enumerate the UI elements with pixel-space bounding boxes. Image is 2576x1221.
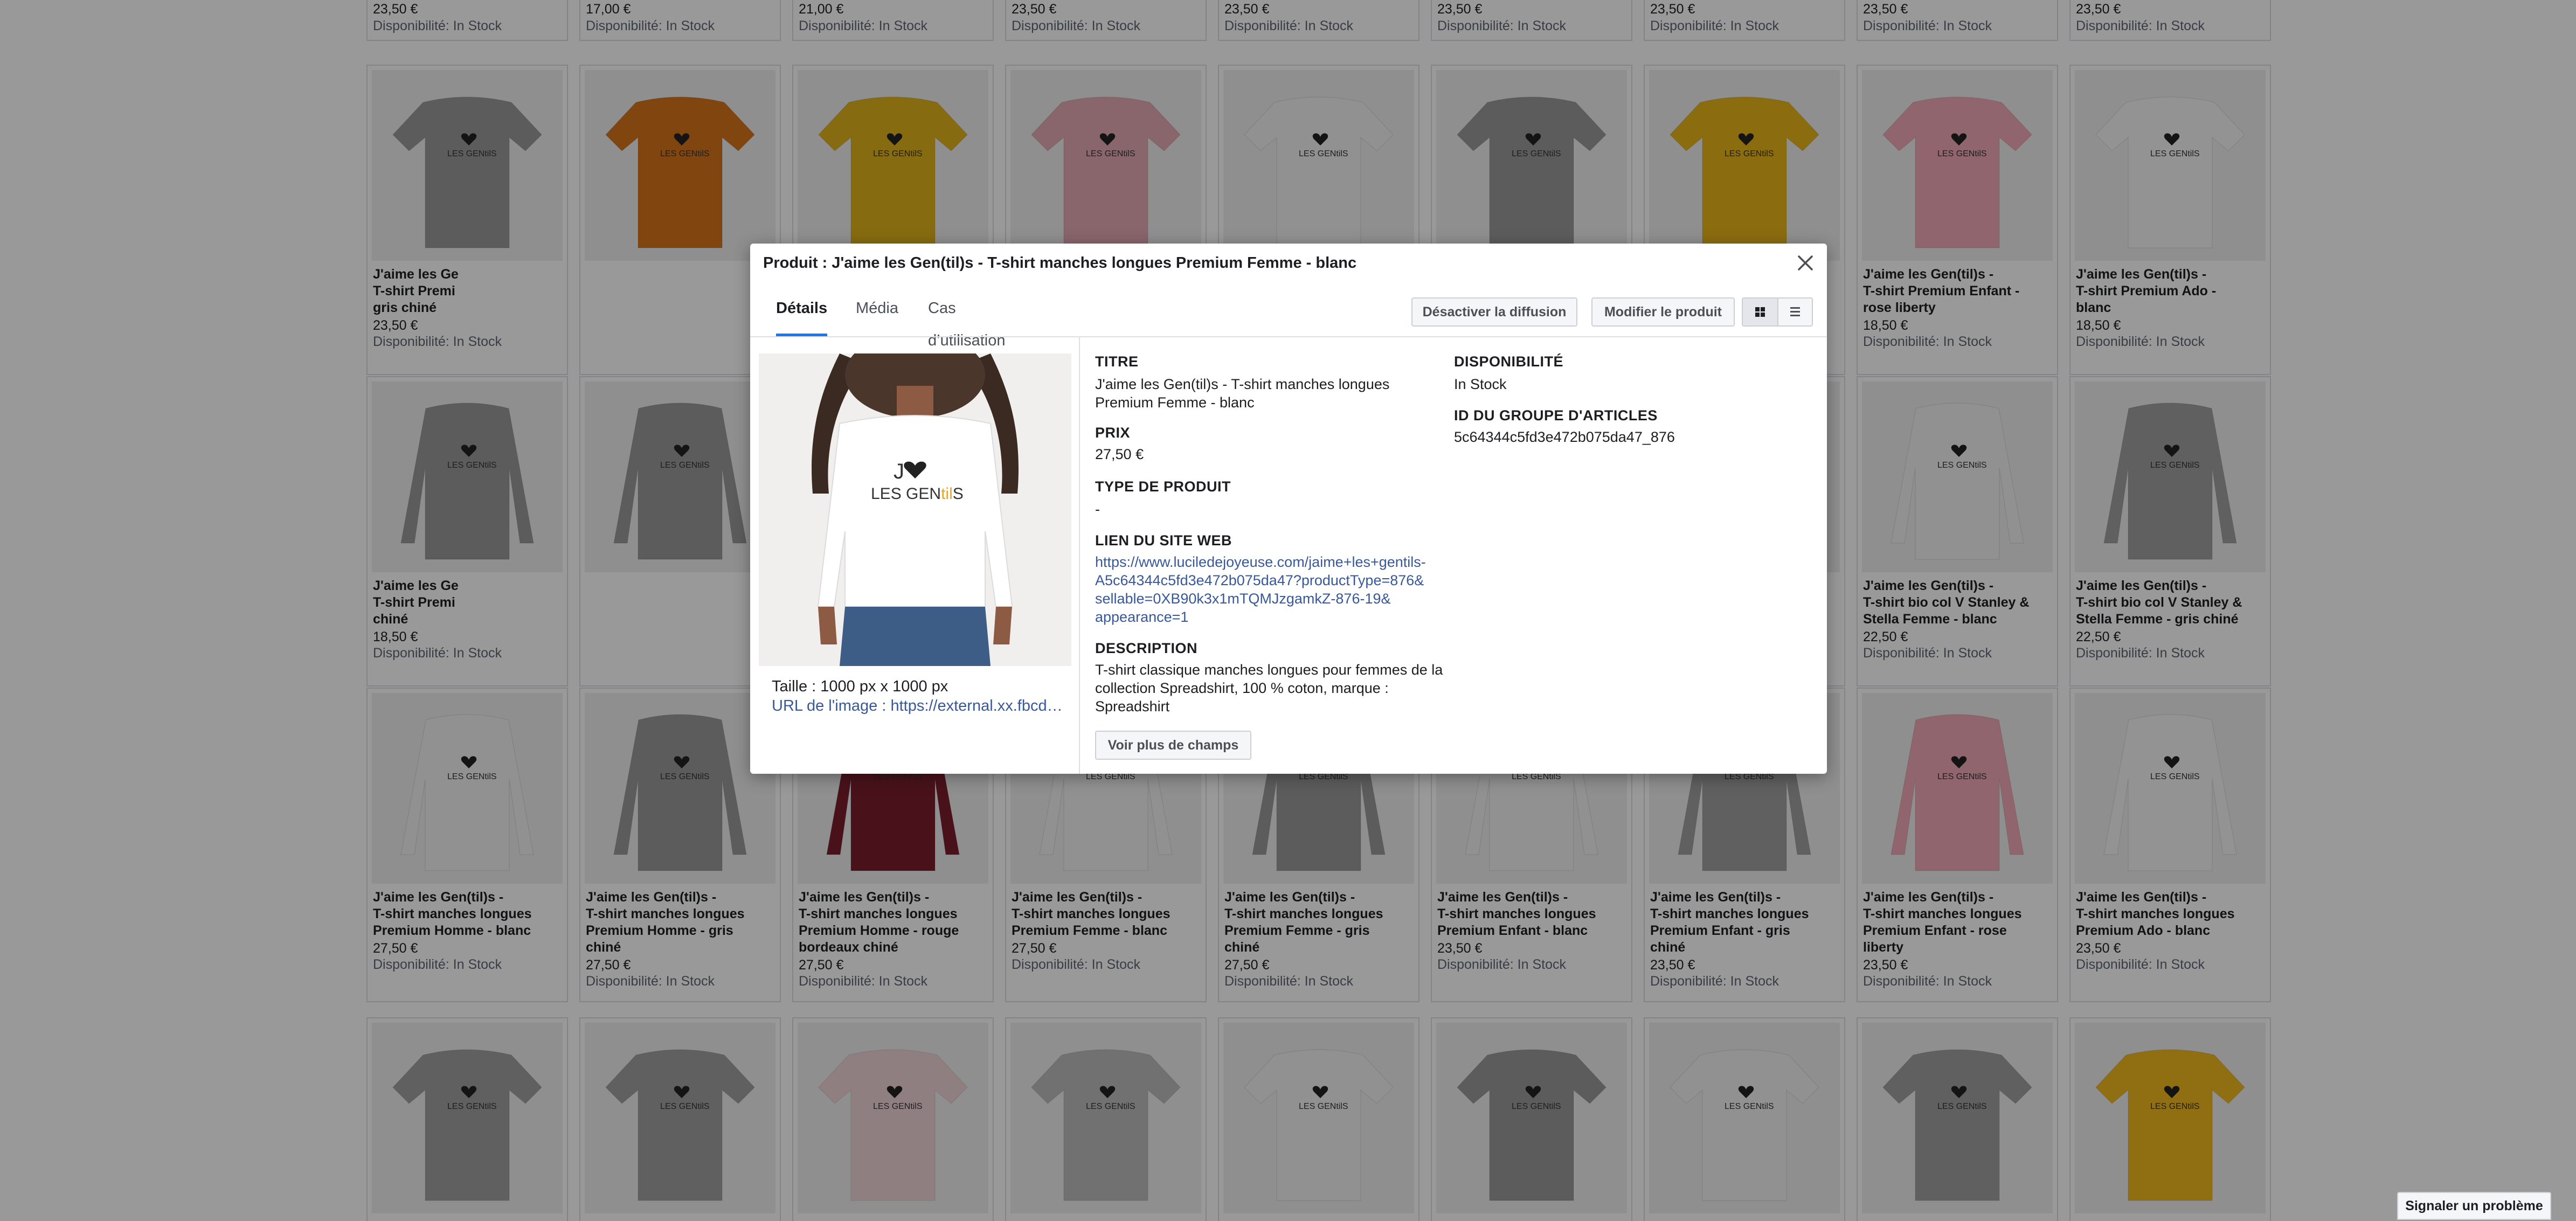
catalog-page: Stella Homme - gris chiné23,50 €Disponib… xyxy=(0,0,2576,1221)
logo-text: LES GENtilS xyxy=(871,485,964,503)
tab-media[interactable]: Média xyxy=(856,292,898,336)
title-label: TITRE xyxy=(1095,353,1139,370)
close-icon[interactable] xyxy=(1793,251,1817,275)
item-group-id-value: 5c64344c5fd3e472b075da47_876 xyxy=(1454,429,1675,445)
tab-details-label: Détails xyxy=(776,300,828,317)
image-url-link[interactable]: URL de l'image : https://external.xx.fbc… xyxy=(772,697,1063,715)
image-size: Taille : 1000 px x 1000 px xyxy=(772,678,948,695)
disable-distribution-button[interactable]: Désactiver la diffusion xyxy=(1411,297,1577,327)
price-label: PRIX xyxy=(1095,425,1131,441)
list-view-icon[interactable] xyxy=(1777,299,1812,325)
price-value: 27,50 € xyxy=(1095,446,1144,462)
product-type-label: TYPE DE PRODUIT xyxy=(1095,478,1231,495)
availability-value: In Stock xyxy=(1454,376,1507,392)
product-details-dialog: Produit : J'aime les Gen(til)s - T-shirt… xyxy=(750,244,1827,774)
title-value: J'aime les Gen(til)s - T-shirt manches l… xyxy=(1095,376,1390,411)
product-image[interactable]: J LES GENtilS xyxy=(759,353,1071,666)
availability-label: DISPONIBILITÉ xyxy=(1454,353,1564,370)
tab-details[interactable]: Détails xyxy=(776,292,828,336)
dialog-title: Produit : J'aime les Gen(til)s - T-shirt… xyxy=(763,254,1357,272)
website-link[interactable]: https://www.luciledejoyeuse.com/jaime+le… xyxy=(1095,553,1426,626)
description-label: DESCRIPTION xyxy=(1095,640,1198,656)
website-link-label: LIEN DU SITE WEB xyxy=(1095,532,1232,549)
tab-media-label: Média xyxy=(856,300,898,317)
tab-use-cases[interactable]: Cas d’utilisation xyxy=(928,292,1005,349)
view-toggle xyxy=(1742,297,1813,327)
see-more-fields-button[interactable]: Voir plus de champs xyxy=(1095,731,1251,760)
report-problem-button[interactable]: Signaler un problème xyxy=(2397,1192,2551,1220)
edit-product-button[interactable]: Modifier le produit xyxy=(1591,297,1735,327)
image-column: J LES GENtilS Taille : 1000 px x 1000 px… xyxy=(750,337,1080,774)
item-group-id-label: ID DU GROUPE D'ARTICLES xyxy=(1454,407,1658,424)
logo-mark: J xyxy=(894,460,904,483)
description-value: T-shirt classique manches longues pour f… xyxy=(1095,662,1443,714)
product-type-value: - xyxy=(1095,501,1100,517)
grid-view-icon[interactable] xyxy=(1743,299,1777,325)
